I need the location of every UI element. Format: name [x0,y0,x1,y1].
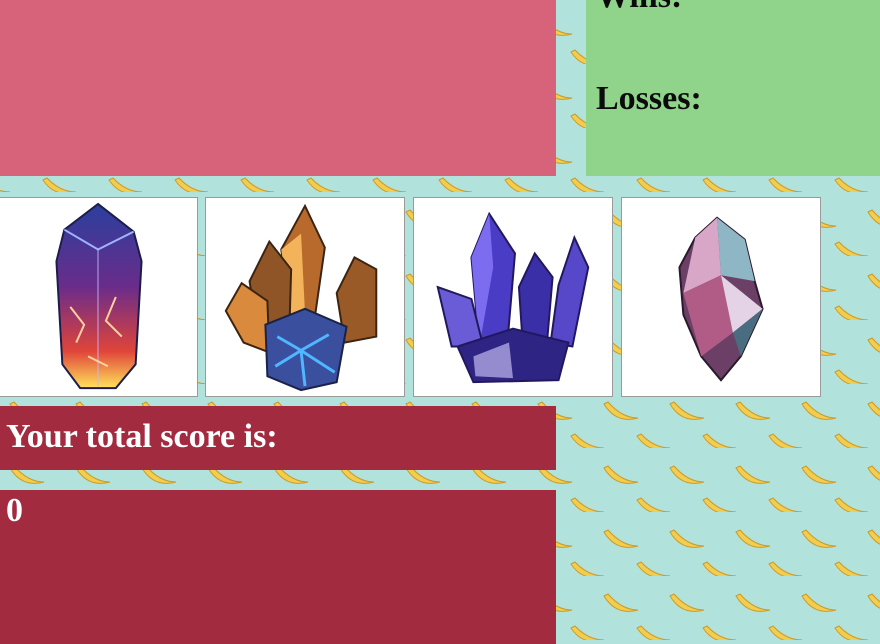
crystal-button-3[interactable] [413,197,613,397]
losses-label: Losses: [596,80,702,117]
target-number-panel [0,0,556,176]
wins-label: Wins: [596,0,682,16]
stats-panel: Wins: Losses: [586,0,880,176]
score-label-bar: Your total score is: [0,406,556,470]
crystal-button-4[interactable] [621,197,821,397]
crystal-button-2[interactable] [205,197,405,397]
score-value: 0 [6,492,23,529]
pink-teal-crystal-icon [678,216,764,382]
red-purple-crystal-icon [55,202,143,390]
crystal-button-1[interactable] [0,197,198,397]
score-value-panel: 0 [0,490,556,644]
blue-orange-crystal-cluster-icon [224,203,378,392]
score-label: Your total score is: [6,418,278,455]
purple-crystal-cluster-icon [436,211,590,384]
